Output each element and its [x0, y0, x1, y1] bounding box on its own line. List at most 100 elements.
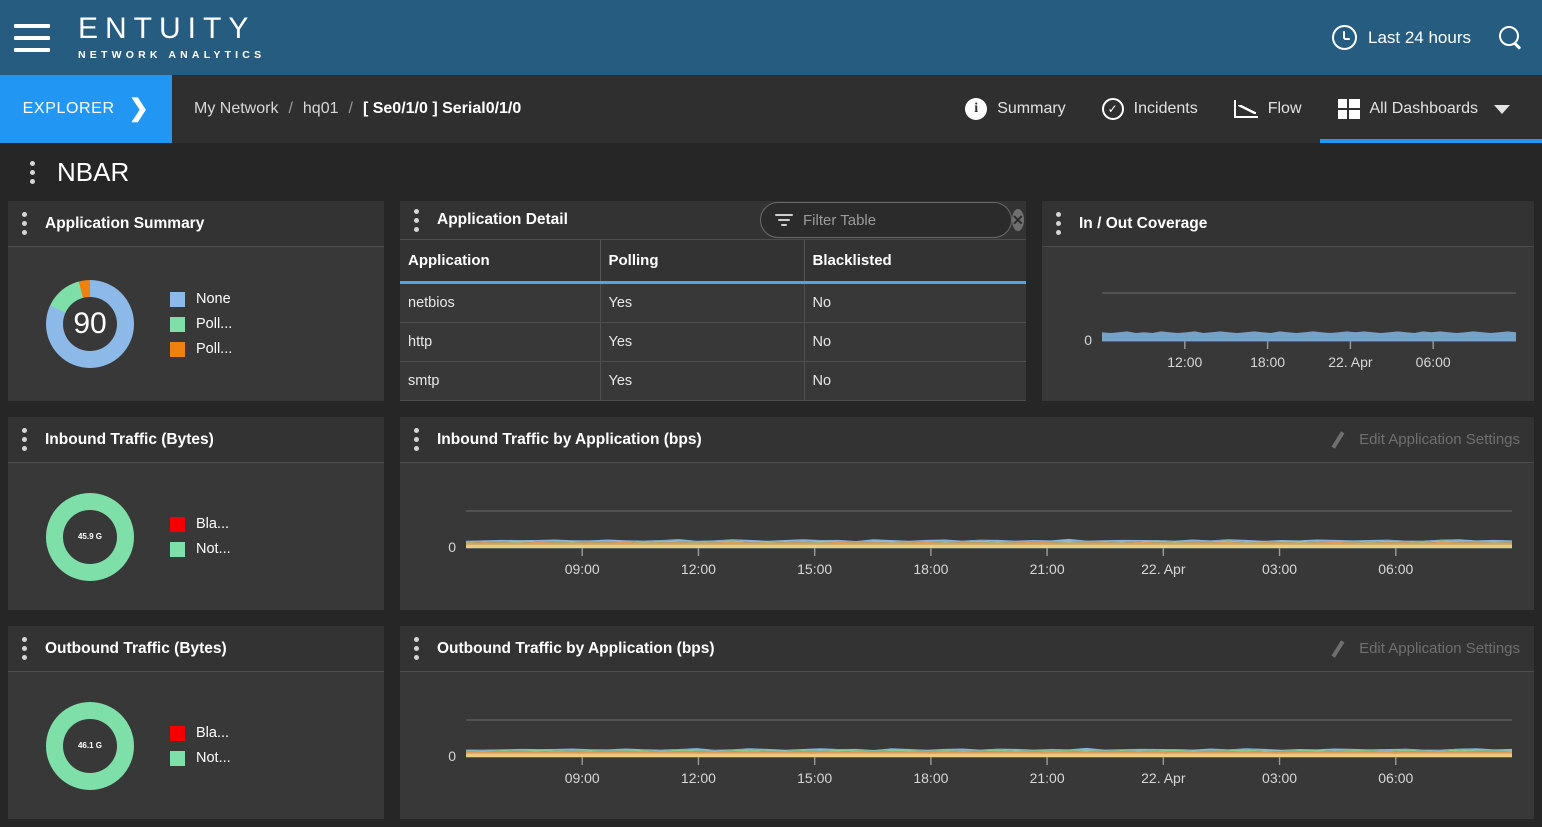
chevron-right-icon: ❯	[128, 95, 150, 122]
legend-label-not-blacklisted: Not...	[196, 750, 231, 766]
breadcrumb-item-my-network[interactable]: My Network	[194, 100, 278, 118]
legend-label-blacklisted: Bla...	[196, 516, 230, 532]
legend-swatch-polling	[170, 316, 185, 332]
svg-text:15:00: 15:00	[797, 561, 832, 577]
dashboard-row-1: Application Summary 90 None Poll... Poll…	[8, 201, 1534, 401]
panel-in-out-coverage: In / Out Coverage 0 12:00 18:00 22. Apr 06:0…	[1042, 201, 1534, 401]
cell-polling: Yes	[600, 322, 805, 362]
panel-header: Application Summary	[8, 201, 384, 247]
search-icon[interactable]	[1497, 24, 1524, 51]
cell-application[interactable]: smtp	[400, 361, 601, 401]
breadcrumb: My Network / hq01 / [ Se0/1/0 ] Serial0/…	[172, 75, 521, 143]
tab-incidents[interactable]: Incidents	[1084, 75, 1216, 143]
panel-title: Outbound Traffic by Application (bps)	[437, 639, 715, 657]
donut-legend: None Poll... Poll...	[170, 291, 232, 357]
donut-center-value: 45.9 G	[77, 532, 102, 541]
explorer-label: EXPLORER	[22, 100, 115, 117]
edit-application-settings-outbound[interactable]: Edit Application Settings	[1329, 640, 1520, 658]
legend-swatch-none	[170, 291, 185, 307]
table-row: http Yes No	[400, 322, 1026, 362]
column-header-application[interactable]: Application	[400, 240, 601, 284]
legend-swatch-blacklisted	[170, 725, 185, 741]
inbound-traffic-donut[interactable]: 45.9 G	[46, 492, 134, 581]
tab-flow[interactable]: Flow	[1216, 75, 1320, 143]
svg-text:22. Apr: 22. Apr	[1141, 770, 1186, 786]
svg-text:21:00: 21:00	[1030, 770, 1065, 786]
page-title: NBAR	[57, 156, 130, 187]
panel-menu-icon[interactable]	[22, 428, 27, 451]
pencil-icon	[1329, 640, 1347, 658]
panel-body: 90 None Poll... Poll...	[8, 247, 384, 401]
svg-text:15:00: 15:00	[797, 770, 832, 786]
panel-header: Outbound Traffic by Application (bps) Ed…	[400, 626, 1534, 672]
filter-table-input[interactable]	[803, 211, 1002, 229]
outbound-traffic-donut[interactable]: 46.1 G	[46, 701, 134, 790]
legend-item: Bla...	[170, 725, 231, 741]
pencil-icon	[1329, 431, 1347, 449]
column-header-polling[interactable]: Polling	[600, 240, 805, 284]
cell-blacklisted: No	[804, 322, 1026, 362]
legend-swatch-not-blacklisted	[170, 750, 185, 766]
svg-text:18:00: 18:00	[913, 770, 948, 786]
svg-text:0: 0	[448, 539, 456, 555]
panel-menu-icon[interactable]	[1056, 212, 1061, 235]
tab-all-dashboards[interactable]: All Dashboards	[1319, 75, 1542, 143]
panel-body: 45.9 G Bla... Not...	[8, 463, 384, 610]
donut-chart-widget: 46.1 G Bla... Not...	[8, 672, 384, 819]
header-right-controls: Last 24 hours	[1331, 24, 1524, 51]
table-row: netbios Yes No	[400, 282, 1026, 323]
cell-application[interactable]: netbios	[400, 282, 601, 323]
application-detail-table: Application Polling Blacklisted netbios …	[400, 240, 1026, 401]
legend-item: Not...	[170, 750, 231, 766]
clear-filter-icon[interactable]: ✕	[1012, 209, 1024, 231]
svg-text:12:00: 12:00	[681, 770, 716, 786]
donut-center-value: 46.1 G	[77, 741, 102, 750]
panel-title: In / Out Coverage	[1079, 214, 1208, 232]
brand-logo: ENTUITY NETWORK ANALYTICS	[78, 12, 265, 62]
legend-label-not-blacklisted: Not...	[196, 541, 231, 557]
panel-outbound-traffic: Outbound Traffic (Bytes) 46.1 G Bla... N…	[8, 626, 384, 819]
hamburger-menu-icon[interactable]	[14, 23, 50, 52]
svg-text:22. Apr: 22. Apr	[1141, 561, 1186, 577]
panel-menu-icon[interactable]	[414, 208, 419, 232]
legend-item: Poll...	[170, 341, 232, 357]
info-icon: i	[965, 98, 988, 120]
navigation-bar: EXPLORER ❯ My Network / hq01 / [ Se0/1/0…	[0, 75, 1542, 143]
application-summary-donut[interactable]: 90	[46, 280, 134, 368]
edit-application-settings-label: Edit Application Settings	[1359, 640, 1520, 657]
dashboard-menu-icon[interactable]	[30, 160, 35, 184]
explorer-button[interactable]: EXPLORER ❯	[0, 75, 172, 143]
svg-text:03:00: 03:00	[1262, 561, 1297, 577]
panel-title: Application Summary	[45, 214, 205, 232]
outbound-chart-svg: 0 09:00 12:00 15:00 18:00 21:00 22. Apr 03:00 06…	[448, 719, 1512, 786]
panel-menu-icon[interactable]	[414, 637, 419, 660]
chevron-down-icon[interactable]	[1494, 104, 1510, 114]
edit-application-settings-inbound[interactable]: Edit Application Settings	[1329, 431, 1520, 449]
filter-table-box[interactable]: ✕	[760, 202, 1024, 238]
legend-label-none: None	[196, 291, 231, 307]
time-range-selector[interactable]: Last 24 hours	[1331, 25, 1471, 50]
column-header-blacklisted[interactable]: Blacklisted	[804, 240, 1026, 284]
alarm-icon	[1101, 98, 1124, 120]
legend-label-polling: Poll...	[196, 316, 233, 332]
legend-label-blacklisted: Bla...	[196, 725, 230, 741]
panel-menu-icon[interactable]	[414, 428, 419, 451]
svg-text:03:00: 03:00	[1262, 770, 1297, 786]
donut-legend: Bla... Not...	[170, 725, 231, 766]
panel-menu-icon[interactable]	[22, 637, 27, 660]
outbound-by-application-chart[interactable]: 0 09:00 12:00 15:00 18:00 21:00 22. Apr 03:00 06…	[400, 672, 1534, 819]
inbound-by-application-chart[interactable]: 0 09:00 12:00 15:00 18:00 21:00 22. Apr 03:00 06…	[400, 463, 1534, 610]
panel-header: In / Out Coverage	[1042, 201, 1534, 247]
in-out-coverage-chart[interactable]: 0 12:00 18:00 22. Apr 06:00	[1042, 247, 1534, 401]
brand-name: ENTUITY	[78, 12, 256, 45]
app-header: ENTUITY NETWORK ANALYTICS Last 24 hours	[0, 0, 1542, 75]
panel-header: Inbound Traffic by Application (bps) Edi…	[400, 417, 1534, 463]
panel-menu-icon[interactable]	[22, 212, 27, 235]
svg-text:0: 0	[448, 748, 456, 764]
breadcrumb-separator: /	[348, 100, 353, 117]
breadcrumb-item-hq01[interactable]: hq01	[303, 100, 339, 118]
dashboard-row-2: Inbound Traffic (Bytes) 45.9 G Bla... No…	[8, 417, 1534, 610]
tab-summary[interactable]: i Summary	[947, 75, 1083, 143]
cell-application[interactable]: http	[400, 322, 601, 362]
donut-center-value: 90	[73, 307, 107, 340]
